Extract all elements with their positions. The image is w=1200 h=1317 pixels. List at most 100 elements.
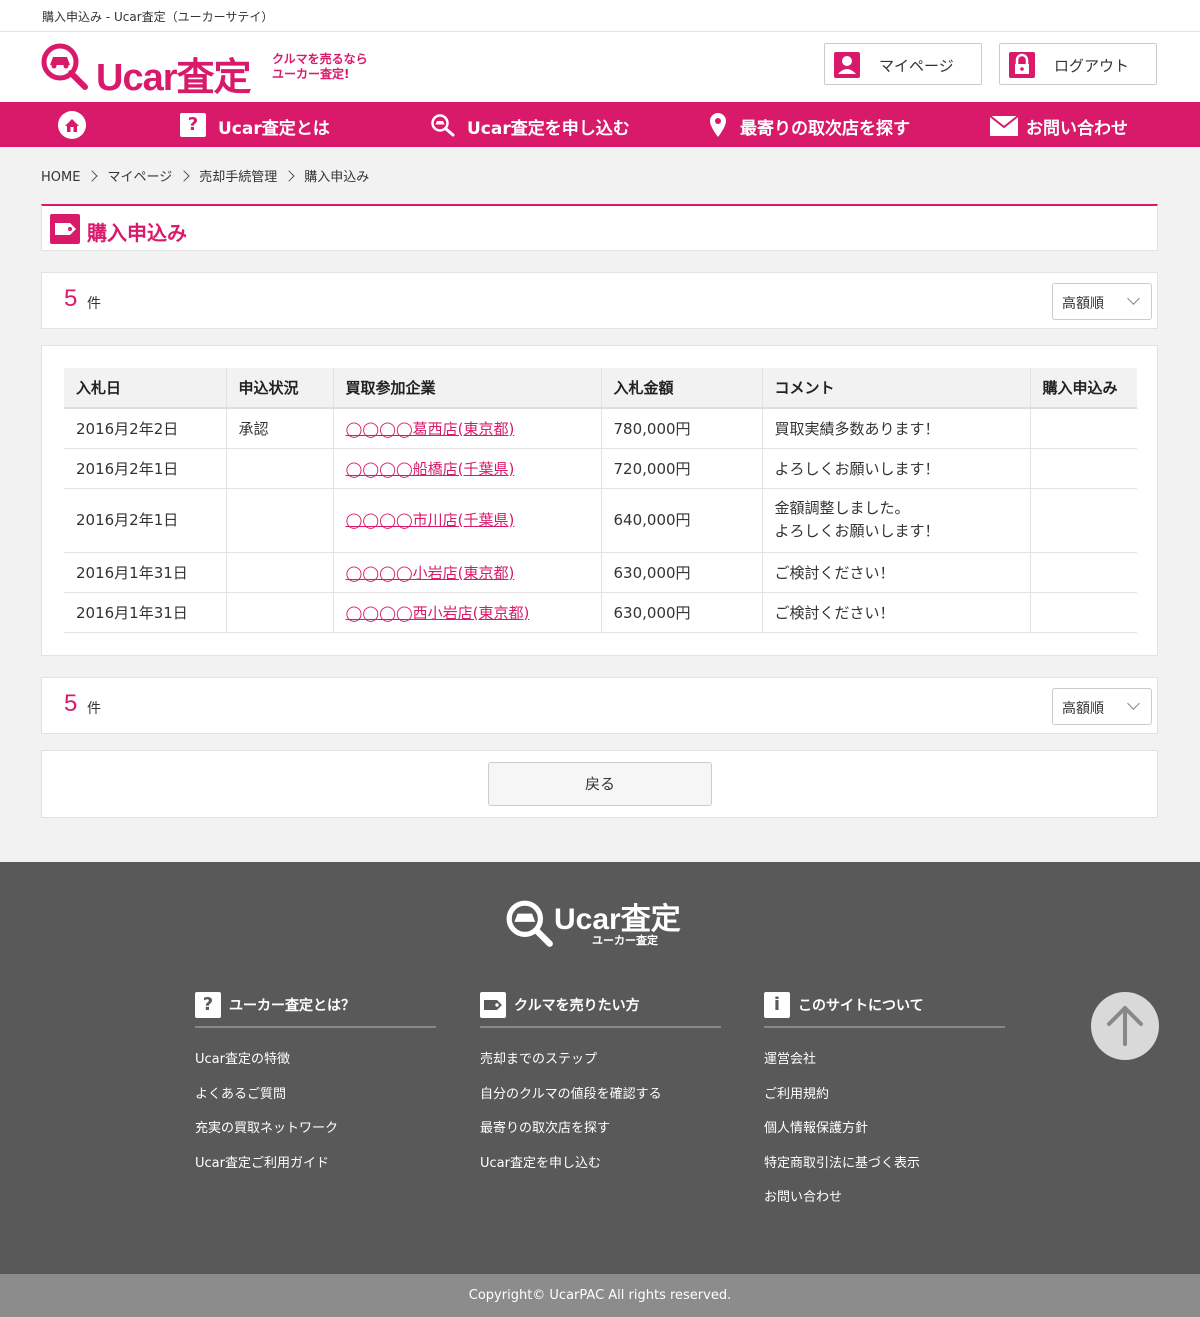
- copyright-bar: Copyright© UcarPAC All rights reserved.: [0, 1274, 1200, 1317]
- bid-company-cell: ◯◯◯◯西小岩店(東京都): [332, 592, 601, 633]
- nav-about-label: Ucar査定とは: [218, 119, 330, 139]
- bid-company-link[interactable]: ◯◯◯◯西小岩店(東京都): [346, 604, 530, 622]
- nav-find-store[interactable]: 最寄りの取次店を探す: [706, 102, 936, 147]
- logo-tagline-line2: ユーカー査定!: [272, 67, 350, 81]
- footer-link[interactable]: 自分のクルマの値段を確認する: [480, 1083, 721, 1118]
- page-title-panel: 購入申込み: [41, 204, 1158, 251]
- site-logo[interactable]: Ucar査定 クルマを売るなら ユーカー査定!: [40, 42, 380, 99]
- bid-company-cell: ◯◯◯◯市川店(千葉県): [332, 488, 601, 553]
- breadcrumb: HOME マイページ 売却手続管理 購入申込み: [41, 166, 369, 185]
- footer-link[interactable]: 個人情報保護方針: [764, 1117, 1005, 1152]
- bid-status: [225, 448, 333, 489]
- bid-amount: 780,000円: [600, 408, 762, 449]
- breadcrumb-mypage[interactable]: マイページ: [107, 170, 172, 185]
- table-row: 2016月2年1日 ◯◯◯◯市川店(千葉県) 640,000円 金額調整しました…: [64, 488, 1137, 553]
- back-button[interactable]: 戻る: [488, 762, 712, 806]
- chevron-down-icon: [1127, 292, 1140, 305]
- result-count-panel-top: 5 件 高額順: [41, 272, 1158, 329]
- back-to-top-button[interactable]: [1091, 992, 1159, 1060]
- logout-label: ログアウト: [1054, 57, 1130, 75]
- footer-col-title: このサイトについて: [798, 998, 924, 1014]
- bid-company-cell: ◯◯◯◯小岩店(東京都): [332, 552, 601, 593]
- chevron-right-icon: [283, 170, 295, 182]
- table-row: 2016月1年31日 ◯◯◯◯小岩店(東京都) 630,000円 ご検討ください…: [64, 552, 1137, 593]
- bid-table: 入札日 申込状況 買取参加企業 入札金額 コメント 購入申込み 2016月2年2…: [64, 368, 1137, 633]
- sort-select[interactable]: 高額順: [1052, 688, 1152, 725]
- magnifier-car-icon: [41, 43, 88, 90]
- footer-link[interactable]: 最寄りの取次店を探す: [480, 1117, 721, 1152]
- bid-amount: 720,000円: [600, 448, 762, 489]
- nav-home[interactable]: [56, 102, 90, 147]
- lock-icon: [1009, 52, 1035, 78]
- footer-link[interactable]: Ucar査定を申し込む: [480, 1152, 721, 1187]
- copyright-text: Copyright© UcarPAC All rights reserved.: [468, 1288, 732, 1303]
- nav-about[interactable]: ? Ucar査定とは: [180, 102, 350, 147]
- bid-comment-line2: よろしくお願いします！: [774, 522, 940, 540]
- map-pin-icon: [710, 113, 726, 137]
- footer-link[interactable]: ご利用規約: [764, 1083, 1005, 1118]
- bid-comment: よろしくお願いします！: [761, 448, 1030, 489]
- bid-comment-line1: 買取実績多数あります！: [774, 419, 940, 438]
- price-tag-icon: [480, 992, 506, 1018]
- breadcrumb-home[interactable]: HOME: [41, 170, 80, 185]
- result-count-unit: 件: [87, 296, 101, 312]
- bid-amount: 630,000円: [600, 552, 762, 593]
- col-header-purchase-apply: 購入申込み: [1029, 368, 1137, 408]
- footer-link[interactable]: Ucar査定ご利用ガイド: [195, 1152, 436, 1187]
- bid-amount: 640,000円: [600, 488, 762, 553]
- footer-link[interactable]: 運営会社: [764, 1048, 1005, 1083]
- footer-link[interactable]: Ucar査定の特徴: [195, 1048, 436, 1083]
- magnifier-car-icon: [506, 900, 553, 947]
- breadcrumb-current: 購入申込み: [304, 170, 370, 185]
- footer-link[interactable]: 充実の買取ネットワーク: [195, 1117, 436, 1152]
- result-count-panel-bottom: 5 件 高額順: [41, 677, 1158, 734]
- site-footer: Ucar査定 ユーカー査定 ? ユーカー査定とは？ Ucar査定の特徴 よくある…: [0, 862, 1200, 1274]
- sort-select[interactable]: 高額順: [1052, 283, 1152, 320]
- footer-col-title: ユーカー査定とは？: [229, 998, 355, 1014]
- nav-contact-label: お問い合わせ: [1026, 119, 1128, 139]
- bid-purchase-apply: [1029, 448, 1137, 489]
- bid-company-link[interactable]: ◯◯◯◯船橋店(千葉県): [346, 460, 515, 478]
- bid-date: 2016月1年31日: [64, 552, 226, 593]
- price-tag-icon: [50, 214, 80, 244]
- bid-company-cell: ◯◯◯◯船橋店(千葉県): [332, 448, 601, 489]
- nav-apply[interactable]: Ucar査定を申し込む: [430, 102, 650, 147]
- footer-col-sell: クルマを売りたい方 売却までのステップ 自分のクルマの値段を確認する 最寄りの取…: [480, 992, 721, 1186]
- mypage-button[interactable]: マイページ: [824, 43, 982, 85]
- bid-company-link[interactable]: ◯◯◯◯市川店(千葉県): [346, 511, 515, 529]
- bid-status: 承認: [225, 408, 333, 449]
- footer-logo-sub: ユーカー査定: [592, 934, 658, 947]
- footer-link[interactable]: よくあるご質問: [195, 1083, 436, 1118]
- bid-company-cell: ◯◯◯◯葛西店(東京都): [332, 408, 601, 449]
- col-header-company: 買取参加企業: [332, 368, 601, 408]
- footer-link[interactable]: 売却までのステップ: [480, 1048, 721, 1083]
- footer-link[interactable]: お問い合わせ: [764, 1186, 1005, 1221]
- home-icon: [58, 111, 86, 139]
- global-nav: ? Ucar査定とは Ucar査定を申し込む 最寄りの取次店を探す お問い合わせ: [0, 102, 1200, 147]
- footer-link[interactable]: 特定商取引法に基づく表示: [764, 1152, 1005, 1187]
- bid-company-link[interactable]: ◯◯◯◯小岩店(東京都): [346, 564, 515, 582]
- breadcrumb-sale-procedure[interactable]: 売却手続管理: [199, 170, 277, 185]
- page-title: 購入申込み: [87, 221, 187, 245]
- bid-comment-line1: よろしくお願いします！: [774, 459, 940, 478]
- bid-date: 2016月2年2日: [64, 408, 226, 449]
- mail-icon: [990, 116, 1018, 136]
- bid-comment: ご検討ください！: [761, 552, 1030, 593]
- bid-company-link[interactable]: ◯◯◯◯葛西店(東京都): [346, 420, 515, 438]
- footer-col-about: ? ユーカー査定とは？ Ucar査定の特徴 よくあるご質問 充実の買取ネットワー…: [195, 992, 436, 1186]
- bid-purchase-apply: [1029, 592, 1137, 633]
- footer-col-heading: i このサイトについて: [764, 992, 1005, 1028]
- footer-logo[interactable]: Ucar査定 ユーカー査定: [504, 894, 704, 948]
- nav-contact[interactable]: お問い合わせ: [990, 102, 1150, 147]
- footer-col-site: i このサイトについて 運営会社 ご利用規約 個人情報保護方針 特定商取引法に基…: [764, 992, 1005, 1221]
- bid-amount: 630,000円: [600, 592, 762, 633]
- col-header-status: 申込状況: [225, 368, 333, 408]
- magnifier-car-icon: [431, 114, 455, 137]
- question-icon: ?: [180, 113, 206, 137]
- table-row: 2016月2年1日 ◯◯◯◯船橋店(千葉県) 720,000円 よろしくお願いし…: [64, 448, 1137, 489]
- back-panel: 戻る: [41, 750, 1158, 818]
- logout-button[interactable]: ログアウト: [999, 43, 1157, 85]
- bid-purchase-apply: [1029, 488, 1137, 553]
- bid-date: 2016月2年1日: [64, 488, 226, 553]
- bid-comment-line1: ご検討ください！: [774, 563, 895, 582]
